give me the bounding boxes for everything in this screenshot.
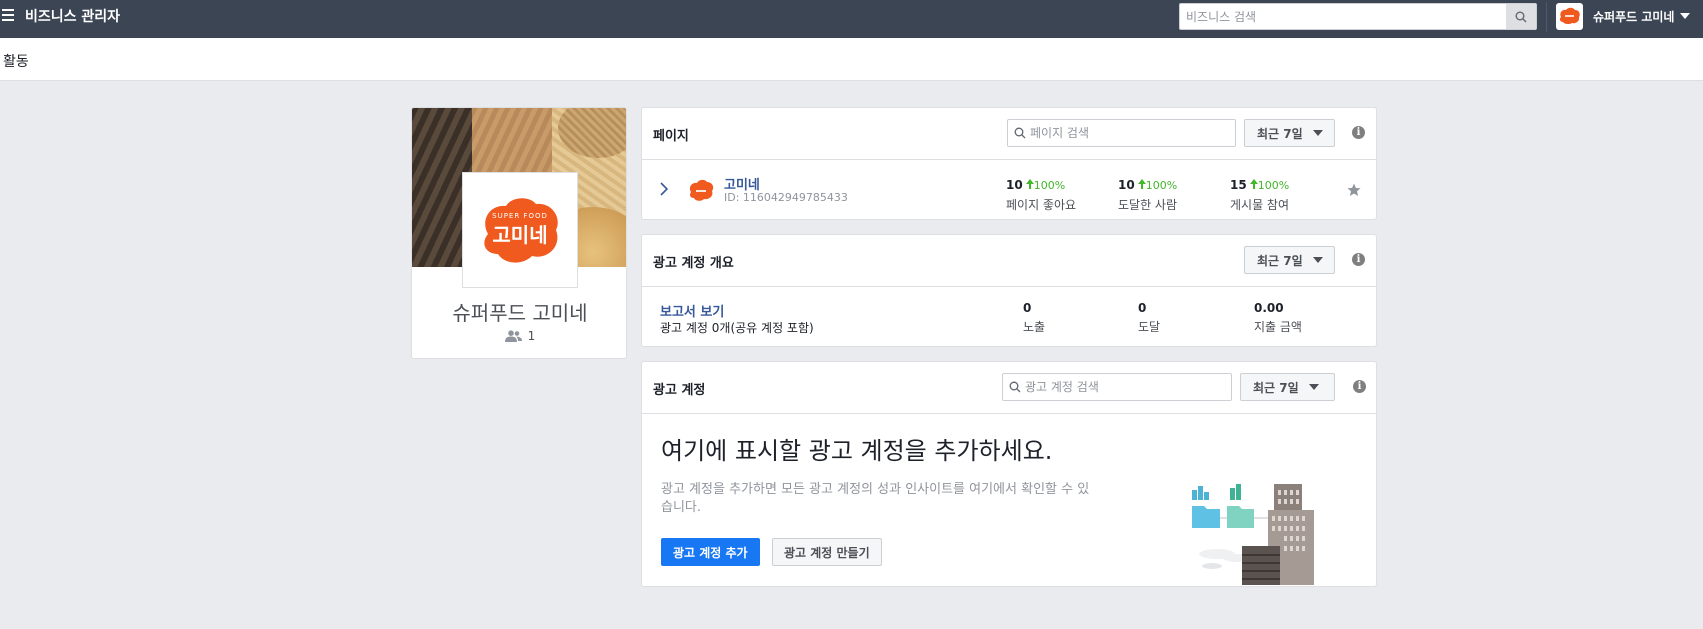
logo-subtext: SUPER FOOD [492, 212, 548, 220]
metric-value: 0 [1023, 301, 1032, 315]
info-icon[interactable]: i [1352, 253, 1365, 266]
search-icon [1009, 381, 1021, 393]
metric-label: 도달한 사람 [1118, 198, 1178, 212]
metric-label: 노출 [1023, 320, 1046, 334]
metric-value: 0 [1138, 301, 1147, 315]
metric-amount-spent: 0.00 지출 금액 [1254, 301, 1302, 335]
empty-state-description: 광고 계정을 추가하면 모든 광고 계정의 성과 인사이트를 여기에서 확인할 … [661, 482, 1090, 515]
metric-reach: 0 도달 [1138, 301, 1160, 335]
business-profile-card: SUPER FOOD 고미네 슈퍼푸드 고미네 1 [411, 107, 627, 359]
metric-value: 10 [1118, 178, 1135, 192]
info-icon[interactable]: i [1353, 380, 1366, 393]
business-search [1179, 3, 1537, 30]
pages-period-dropdown[interactable]: 최근 7일 [1244, 119, 1335, 147]
ad-account-overview-card: 광고 계정 개요 최근 7일 i 보고서 보기 광고 계정 0개(공유 계정 포… [641, 234, 1377, 347]
metric-label: 페이지 좋아요 [1006, 198, 1077, 212]
divider [1546, 2, 1547, 32]
business-search-input[interactable] [1180, 4, 1506, 29]
buildings-illustration [1192, 484, 1314, 585]
arrow-up-icon [1137, 179, 1146, 189]
business-logo[interactable]: SUPER FOOD 고미네 [462, 172, 578, 288]
metric-delta: 100% [1249, 179, 1290, 192]
ad-accounts-card-header: 광고 계정 최근 7일 i [642, 362, 1376, 414]
metric-value: 15 [1230, 178, 1247, 192]
info-icon[interactable]: i [1352, 126, 1365, 139]
subheader: 활동 [0, 38, 1703, 81]
metric-delta: 100% [1025, 179, 1066, 192]
business-switcher[interactable]: 슈퍼푸드 고미네 [1556, 2, 1691, 30]
metric-value: 10 [1006, 178, 1023, 192]
menu-icon[interactable] [2, 9, 14, 21]
page-row: 고미네 ID: 116042949785433 10 100% 페이지 좋아요 1… [642, 160, 1376, 220]
pages-card: 페이지 최근 7일 i 고미네 ID: 116042949785433 1010… [641, 107, 1377, 220]
pages-card-header: 페이지 최근 7일 i [642, 108, 1376, 160]
metric-label: 지출 금액 [1254, 320, 1302, 334]
overview-period-dropdown[interactable]: 최근 7일 [1244, 246, 1335, 274]
empty-state: 여기에 표시할 광고 계정을 추가하세요. 광고 계정을 추가하면 모든 광고 … [642, 414, 1376, 585]
ad-accounts-card-title: 광고 계정 [653, 383, 706, 398]
brand-logo-icon: SUPER FOOD 고미네 [484, 198, 558, 263]
metric-delta-value: 100% [1033, 179, 1066, 192]
page-search [1007, 119, 1236, 147]
create-ad-account-button[interactable]: 광고 계정 만들기 [772, 538, 882, 566]
arrow-up-icon [1025, 179, 1034, 189]
metric-delta-value: 100% [1257, 179, 1290, 192]
chevron-down-icon [1312, 130, 1323, 136]
metric-impressions: 0 노출 [1023, 301, 1045, 335]
top-navigation-bar: 비즈니스 관리자 슈퍼푸드 고미네 [0, 0, 1703, 38]
metric-post-engagement: 15 100% 게시물 참여 [1230, 174, 1289, 213]
cover-basket [558, 108, 626, 158]
period-label: 최근 7일 [1253, 380, 1299, 395]
empty-state-headline: 여기에 표시할 광고 계정을 추가하세요. [661, 437, 1053, 465]
chevron-down-icon [1312, 257, 1323, 263]
profile-business-name: 슈퍼푸드 고미네 [452, 301, 588, 325]
page-search-input[interactable] [1030, 126, 1230, 140]
search-button[interactable] [1506, 4, 1536, 29]
ad-accounts-card: 광고 계정 최근 7일 i 여기에 표시할 광고 계정을 추가하세요. 광고 계… [641, 361, 1377, 587]
metric-reach: 10 100% 도달한 사람 [1118, 174, 1177, 213]
overview-row: 보고서 보기 광고 계정 0개(공유 계정 포함) 0 노출 0 도달 0.00… [642, 287, 1376, 347]
view-report-link[interactable]: 보고서 보기 [660, 301, 724, 320]
metric-value: 0.00 [1254, 301, 1284, 315]
metric-delta: 100% [1137, 179, 1178, 192]
metric-page-likes: 10 100% 페이지 좋아요 [1006, 174, 1076, 213]
star-icon[interactable] [1347, 183, 1361, 197]
chevron-down-icon [1680, 13, 1691, 19]
business-avatar [1556, 2, 1583, 30]
member-count-value: 1 [527, 329, 536, 343]
tab-activity[interactable]: 활동 [3, 51, 29, 71]
people-icon [504, 330, 522, 342]
page-id: ID: 116042949785433 [724, 191, 848, 204]
ad-account-search [1002, 373, 1232, 401]
overview-card-title: 광고 계정 개요 [653, 256, 734, 271]
pages-card-title: 페이지 [653, 129, 689, 144]
arrow-up-icon [1249, 179, 1258, 189]
ad-account-search-input[interactable] [1025, 380, 1225, 394]
period-label: 최근 7일 [1257, 253, 1303, 268]
period-label: 최근 7일 [1257, 126, 1303, 141]
business-name: 슈퍼푸드 고미네 [1593, 9, 1675, 24]
member-count[interactable]: 1 [412, 329, 626, 343]
ad-accounts-period-dropdown[interactable]: 최근 7일 [1240, 373, 1335, 401]
app-title[interactable]: 비즈니스 관리자 [25, 6, 120, 26]
metric-label: 도달 [1138, 320, 1161, 334]
brand-logo-icon [1559, 7, 1580, 25]
search-icon [1515, 11, 1527, 22]
search-icon [1014, 127, 1026, 139]
overview-card-header: 광고 계정 개요 최근 7일 i [642, 235, 1376, 287]
logo-text: 고미네 [492, 223, 547, 247]
ad-account-count: 광고 계정 0개(공유 계정 포함) [660, 321, 814, 335]
chevron-right-icon[interactable] [660, 182, 668, 196]
metric-delta-value: 100% [1145, 179, 1178, 192]
chevron-down-icon [1308, 384, 1319, 390]
metric-label: 게시물 참여 [1230, 198, 1290, 212]
add-ad-account-button[interactable]: 광고 계정 추가 [661, 538, 760, 566]
page-avatar[interactable] [687, 177, 715, 205]
